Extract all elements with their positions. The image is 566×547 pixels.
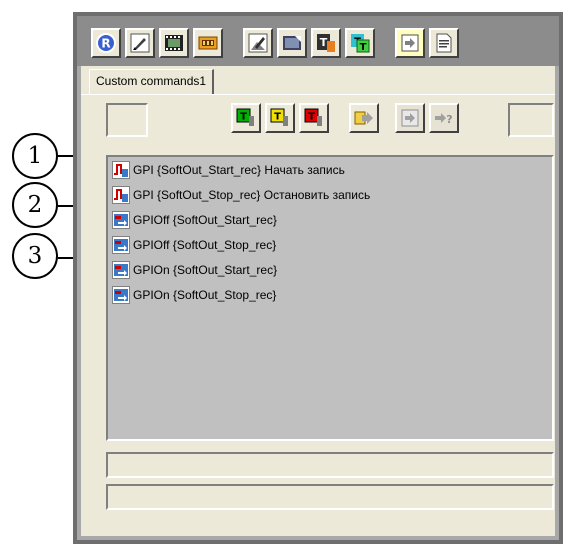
green-t-icon: T: [236, 108, 254, 126]
film-button[interactable]: [159, 28, 189, 58]
text-tool-button[interactable]: T: [311, 28, 341, 58]
commands-panel: T T T ? GPI {SoftOut_Start_rec} Начать з…: [81, 94, 555, 536]
list-item[interactable]: GPIOn {SoftOut_Start_rec}: [112, 259, 542, 281]
red-t-icon: T: [304, 108, 322, 126]
tape-icon: [198, 36, 218, 50]
help-mark: ?: [446, 113, 452, 126]
document-button[interactable]: [429, 28, 459, 58]
command-label: GPIOff {SoftOut_Stop_rec}: [133, 238, 277, 252]
gpi-command-icon: [112, 186, 130, 204]
main-toolbar: R T TT: [77, 16, 559, 66]
callout-3: 3: [12, 233, 58, 279]
filter-icon: [283, 36, 301, 50]
filter-button[interactable]: [277, 28, 307, 58]
command-label: GPIOn {SoftOut_Stop_rec}: [133, 288, 277, 302]
callout-2: 2: [12, 182, 58, 228]
red-trigger-button[interactable]: T: [299, 103, 329, 133]
command-label: GPIOn {SoftOut_Start_rec}: [133, 263, 278, 277]
right-status-box: [508, 103, 554, 137]
text-tool-icon: T: [317, 34, 335, 52]
app-window: R T TT: [73, 12, 563, 544]
tape-button[interactable]: [193, 28, 223, 58]
edit-pencil-icon: [130, 33, 150, 53]
green-trigger-button[interactable]: T: [231, 103, 261, 133]
title-tool-button[interactable]: TT: [345, 28, 375, 58]
description-field[interactable]: [106, 452, 554, 478]
gpio-command-icon: [112, 211, 130, 229]
yellow-t-icon: T: [270, 108, 288, 126]
parameters-field[interactable]: [106, 484, 554, 510]
list-item[interactable]: GPIOn {SoftOut_Stop_rec}: [112, 284, 542, 306]
svg-text:R: R: [101, 37, 110, 51]
yellow-trigger-button[interactable]: T: [265, 103, 295, 133]
export-button[interactable]: [395, 28, 425, 58]
list-item[interactable]: GPIOff {SoftOut_Stop_rec}: [112, 234, 542, 256]
forward-button[interactable]: [349, 103, 379, 133]
tab-custom-commands[interactable]: Custom commands1: [89, 69, 215, 94]
svg-text:T: T: [274, 112, 281, 123]
export-disabled-icon: [401, 109, 419, 127]
list-item[interactable]: GPI {SoftOut_Start_rec} Начать запись: [112, 159, 542, 181]
film-strip-icon: [165, 35, 183, 51]
svg-text:T: T: [320, 36, 328, 49]
gpio-command-icon: [112, 286, 130, 304]
callout-1-label: 1: [27, 143, 43, 169]
command-label: GPI {SoftOut_Start_rec} Начать запись: [133, 163, 345, 177]
forward-icon: [354, 111, 373, 125]
document-icon: [436, 33, 452, 53]
export-command-button[interactable]: [395, 103, 425, 133]
title-tool-icon: TT: [351, 34, 370, 53]
edit-button[interactable]: [125, 28, 155, 58]
command-list[interactable]: GPI {SoftOut_Start_rec} Начать запись GP…: [106, 155, 554, 441]
left-status-box: [106, 103, 148, 137]
export-icon: [401, 34, 419, 52]
svg-text:T: T: [308, 112, 315, 123]
edit-image-button[interactable]: [243, 28, 273, 58]
command-label: GPIOff {SoftOut_Start_rec}: [133, 213, 277, 227]
command-label: GPI {SoftOut_Stop_rec} Остановить запись: [133, 188, 371, 202]
tab-strip: Custom commands1: [81, 66, 555, 94]
callout-3-label: 3: [27, 243, 43, 269]
list-item[interactable]: GPIOff {SoftOut_Start_rec}: [112, 209, 542, 231]
gpio-command-icon: [112, 236, 130, 254]
help-arrow-icon: ?: [435, 113, 453, 126]
gpi-command-icon: [112, 161, 130, 179]
callout-1: 1: [12, 133, 58, 179]
list-item[interactable]: GPI {SoftOut_Stop_rec} Остановить запись: [112, 184, 542, 206]
edit-image-icon: [248, 33, 268, 53]
gpio-command-icon: [112, 261, 130, 279]
registered-icon: R: [96, 33, 116, 53]
window-body: R T TT: [77, 16, 559, 540]
help-arrow-button[interactable]: ?: [429, 103, 459, 133]
registered-button[interactable]: R: [91, 28, 121, 58]
svg-text:T: T: [360, 42, 367, 53]
callout-2-label: 2: [27, 192, 43, 218]
svg-text:T: T: [240, 112, 247, 123]
